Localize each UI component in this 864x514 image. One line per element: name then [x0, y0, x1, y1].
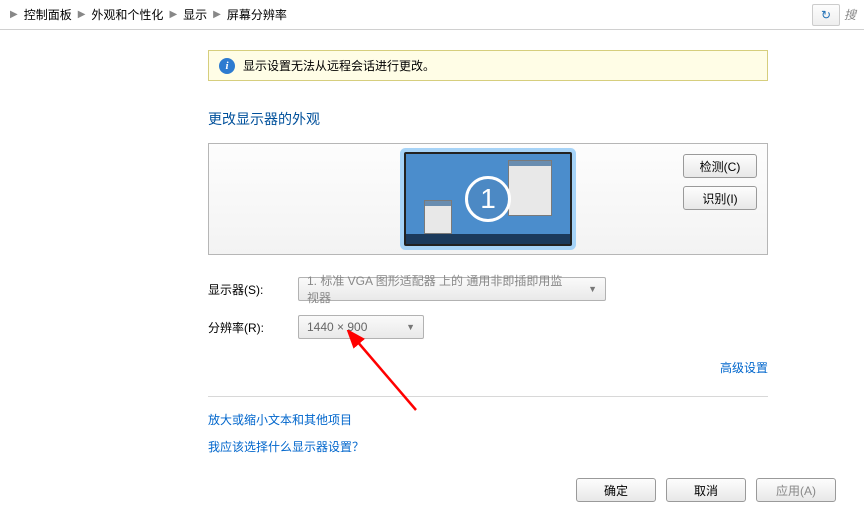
- apply-button[interactable]: 应用(A): [756, 478, 836, 502]
- display-preview[interactable]: 1: [404, 152, 572, 246]
- chevron-right-icon: ▶: [8, 9, 20, 20]
- identify-button[interactable]: 识别(I): [683, 186, 757, 210]
- breadcrumb-item[interactable]: 控制面板: [20, 6, 76, 23]
- info-icon: i: [219, 58, 235, 74]
- breadcrumb-item[interactable]: 屏幕分辨率: [223, 6, 291, 23]
- chevron-right-icon: ▶: [76, 9, 88, 20]
- dialog-button-bar: 确定 取消 应用(A): [576, 478, 836, 502]
- resolution-label: 分辨率(R):: [208, 319, 298, 336]
- refresh-icon: ↻: [821, 8, 831, 22]
- banner-text: 显示设置无法从远程会话进行更改。: [243, 57, 435, 74]
- chevron-down-icon: ▼: [588, 284, 597, 294]
- chevron-right-icon: ▶: [211, 9, 223, 20]
- breadcrumb-bar: ▶ 控制面板 ▶ 外观和个性化 ▶ 显示 ▶ 屏幕分辨率 ↻ 搜: [0, 0, 864, 30]
- display-row: 显示器(S): 1. 标准 VGA 图形适配器 上的 通用非即插即用监视器 ▼: [208, 277, 768, 301]
- breadcrumb-item[interactable]: 显示: [179, 6, 211, 23]
- refresh-button[interactable]: ↻: [812, 4, 840, 26]
- ok-button[interactable]: 确定: [576, 478, 656, 502]
- advanced-settings-link[interactable]: 高级设置: [720, 359, 768, 376]
- display-dropdown[interactable]: 1. 标准 VGA 图形适配器 上的 通用非即插即用监视器 ▼: [298, 277, 606, 301]
- display-label: 显示器(S):: [208, 281, 298, 298]
- resolution-value: 1440 × 900: [307, 320, 367, 334]
- window-mock-icon: [424, 200, 452, 234]
- resolution-row: 分辨率(R): 1440 × 900 ▼: [208, 315, 768, 339]
- info-banner: i 显示设置无法从远程会话进行更改。: [208, 50, 768, 81]
- taskbar-mock-icon: [406, 234, 570, 244]
- resolution-dropdown[interactable]: 1440 × 900 ▼: [298, 315, 424, 339]
- cancel-button[interactable]: 取消: [666, 478, 746, 502]
- detect-button[interactable]: 检测(C): [683, 154, 757, 178]
- scale-text-link[interactable]: 放大或缩小文本和其他项目: [208, 411, 768, 428]
- display-preview-panel: 1 检测(C) 识别(I): [208, 143, 768, 255]
- which-display-link[interactable]: 我应该选择什么显示器设置？: [208, 438, 768, 455]
- main-content: i 显示设置无法从远程会话进行更改。 更改显示器的外观 1 检测(C) 识别(I…: [208, 30, 768, 455]
- window-mock-icon: [508, 160, 552, 216]
- page-heading: 更改显示器的外观: [208, 109, 768, 129]
- display-value: 1. 标准 VGA 图形适配器 上的 通用非即插即用监视器: [307, 272, 574, 306]
- chevron-down-icon: ▼: [406, 322, 415, 332]
- chevron-right-icon: ▶: [167, 9, 179, 20]
- search-input[interactable]: 搜: [844, 6, 856, 23]
- divider: [208, 396, 768, 397]
- display-number-badge: 1: [465, 176, 511, 222]
- breadcrumb-item[interactable]: 外观和个性化: [87, 6, 167, 23]
- monitor-thumbnail: 1: [404, 152, 572, 246]
